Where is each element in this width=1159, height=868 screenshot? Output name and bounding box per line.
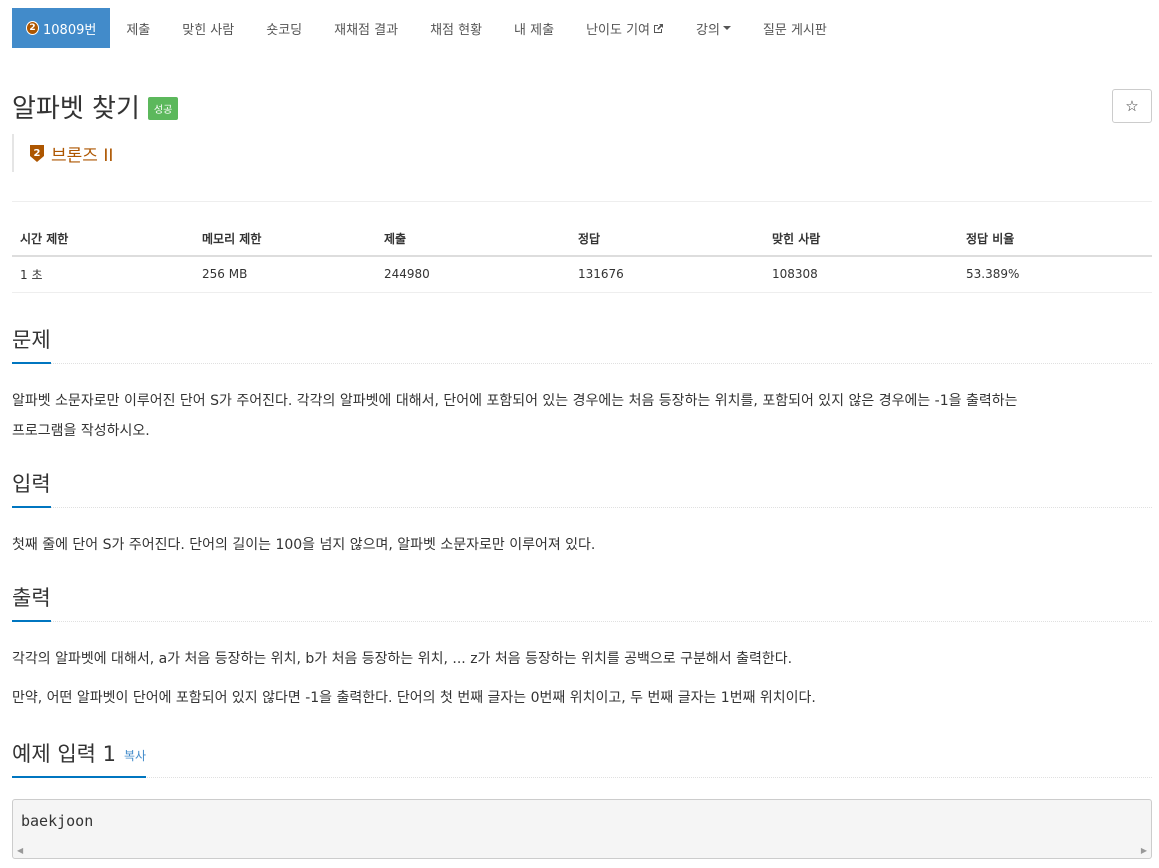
section-problem-header: 문제 <box>12 324 1152 364</box>
nav-tab-difficulty-label: 난이도 기여 <box>586 22 650 38</box>
sample-input-box[interactable]: baekjoon ◀ ▶ <box>12 799 1152 859</box>
section-title-sample-input: 예제 입력 1 복사 <box>12 738 147 778</box>
problem-tier[interactable]: 2 브론즈 II <box>12 134 113 172</box>
nav-tab-lectures[interactable]: 강의 <box>680 8 747 48</box>
problem-text-line-1: 알파벳 소문자로만 이루어진 단어 S가 주어진다. 각각의 알파벳에 대해서,… <box>12 393 1018 409</box>
nav-tab-problem-label: 10809번 <box>43 22 97 38</box>
nav-tab-submit[interactable]: 제출 <box>110 8 166 48</box>
section-input-header: 입력 <box>12 468 1152 508</box>
nav-tab-rejudge-results[interactable]: 재채점 결과 <box>318 8 414 48</box>
output-description-1: 각각의 알파벳에 대해서, a가 처음 등장하는 위치, b가 처음 등장하는 … <box>12 651 793 667</box>
problem-description: 알파벳 소문자로만 이루어진 단어 S가 주어진다. 각각의 알파벳에 대해서,… <box>12 386 1152 446</box>
section-title-output: 출력 <box>12 582 51 622</box>
problem-nav: 2 10809번 제출 맞힌 사람 숏코딩 재채점 결과 채점 현황 내 제출 … <box>12 8 843 48</box>
tier-label: 브론즈 II <box>51 145 114 166</box>
header-memory-limit: 메모리 제한 <box>194 222 376 257</box>
star-button[interactable]: ☆ <box>1112 89 1152 123</box>
header-time-limit: 시간 제한 <box>12 222 194 257</box>
nav-tab-short-coding[interactable]: 숏코딩 <box>250 8 318 48</box>
section-title-input: 입력 <box>12 468 51 508</box>
table-row: 1 초 256 MB 244980 131676 108308 53.389% <box>12 256 1152 293</box>
scroll-right-arrow-icon[interactable]: ▶ <box>1141 846 1147 855</box>
sample-input-text: baekjoon <box>21 812 94 830</box>
nav-tab-status[interactable]: 채점 현황 <box>414 8 498 48</box>
table-header-row: 시간 제한 메모리 제한 제출 정답 맞힌 사람 정답 비율 <box>12 222 1152 257</box>
problem-title-row: 알파벳 찾기 성공 <box>12 88 179 125</box>
tier-badge-icon: 2 <box>26 21 39 35</box>
external-link-icon <box>654 23 663 33</box>
header-solved-users: 맞힌 사람 <box>764 222 958 257</box>
output-description-2: 만약, 어떤 알파벳이 단어에 포함되어 있지 않다면 -1을 출력한다. 단어… <box>12 690 816 706</box>
nav-tab-solved-users[interactable]: 맞힌 사람 <box>166 8 250 48</box>
caret-down-icon <box>722 26 731 30</box>
cell-solved-users: 108308 <box>764 256 958 293</box>
section-sample-input-header: 예제 입력 1 복사 <box>12 738 1152 778</box>
cell-submissions: 244980 <box>376 256 570 293</box>
scroll-left-arrow-icon[interactable]: ◀ <box>17 846 23 855</box>
nav-tab-qna-board[interactable]: 질문 게시판 <box>747 8 843 48</box>
nav-tab-problem[interactable]: 2 10809번 <box>12 8 111 48</box>
header-submissions: 제출 <box>376 222 570 257</box>
cell-memory-limit: 256 MB <box>194 256 376 293</box>
page-title: 알파벳 찾기 <box>12 94 140 124</box>
problem-text-line-2: 프로그램을 작성하시오. <box>12 423 150 439</box>
section-output-header: 출력 <box>12 582 1152 622</box>
copy-button[interactable]: 복사 <box>124 749 146 763</box>
problem-info-table: 시간 제한 메모리 제한 제출 정답 맞힌 사람 정답 비율 1 초 256 M… <box>12 222 1152 293</box>
status-badge: 성공 <box>147 97 179 120</box>
cell-accepted: 131676 <box>570 256 764 293</box>
divider <box>12 201 1152 202</box>
nav-tab-lectures-label: 강의 <box>696 22 720 38</box>
cell-time-limit: 1 초 <box>12 256 194 293</box>
nav-tab-my-submissions[interactable]: 내 제출 <box>498 8 570 48</box>
tier-number: 2 <box>34 148 41 159</box>
section-title-problem: 문제 <box>12 324 51 364</box>
sample-input-title: 예제 입력 1 <box>12 742 116 766</box>
header-accept-ratio: 정답 비율 <box>958 222 1152 257</box>
header-accepted: 정답 <box>570 222 764 257</box>
input-description: 첫째 줄에 단어 S가 주어진다. 단어의 길이는 100을 넘지 않으며, 알… <box>12 537 596 553</box>
star-outline-icon: ☆ <box>1125 97 1139 115</box>
cell-accept-ratio: 53.389% <box>958 256 1152 293</box>
bronze-tier-icon: 2 <box>30 144 44 162</box>
nav-tab-difficulty-contribution[interactable]: 난이도 기여 <box>570 8 680 48</box>
